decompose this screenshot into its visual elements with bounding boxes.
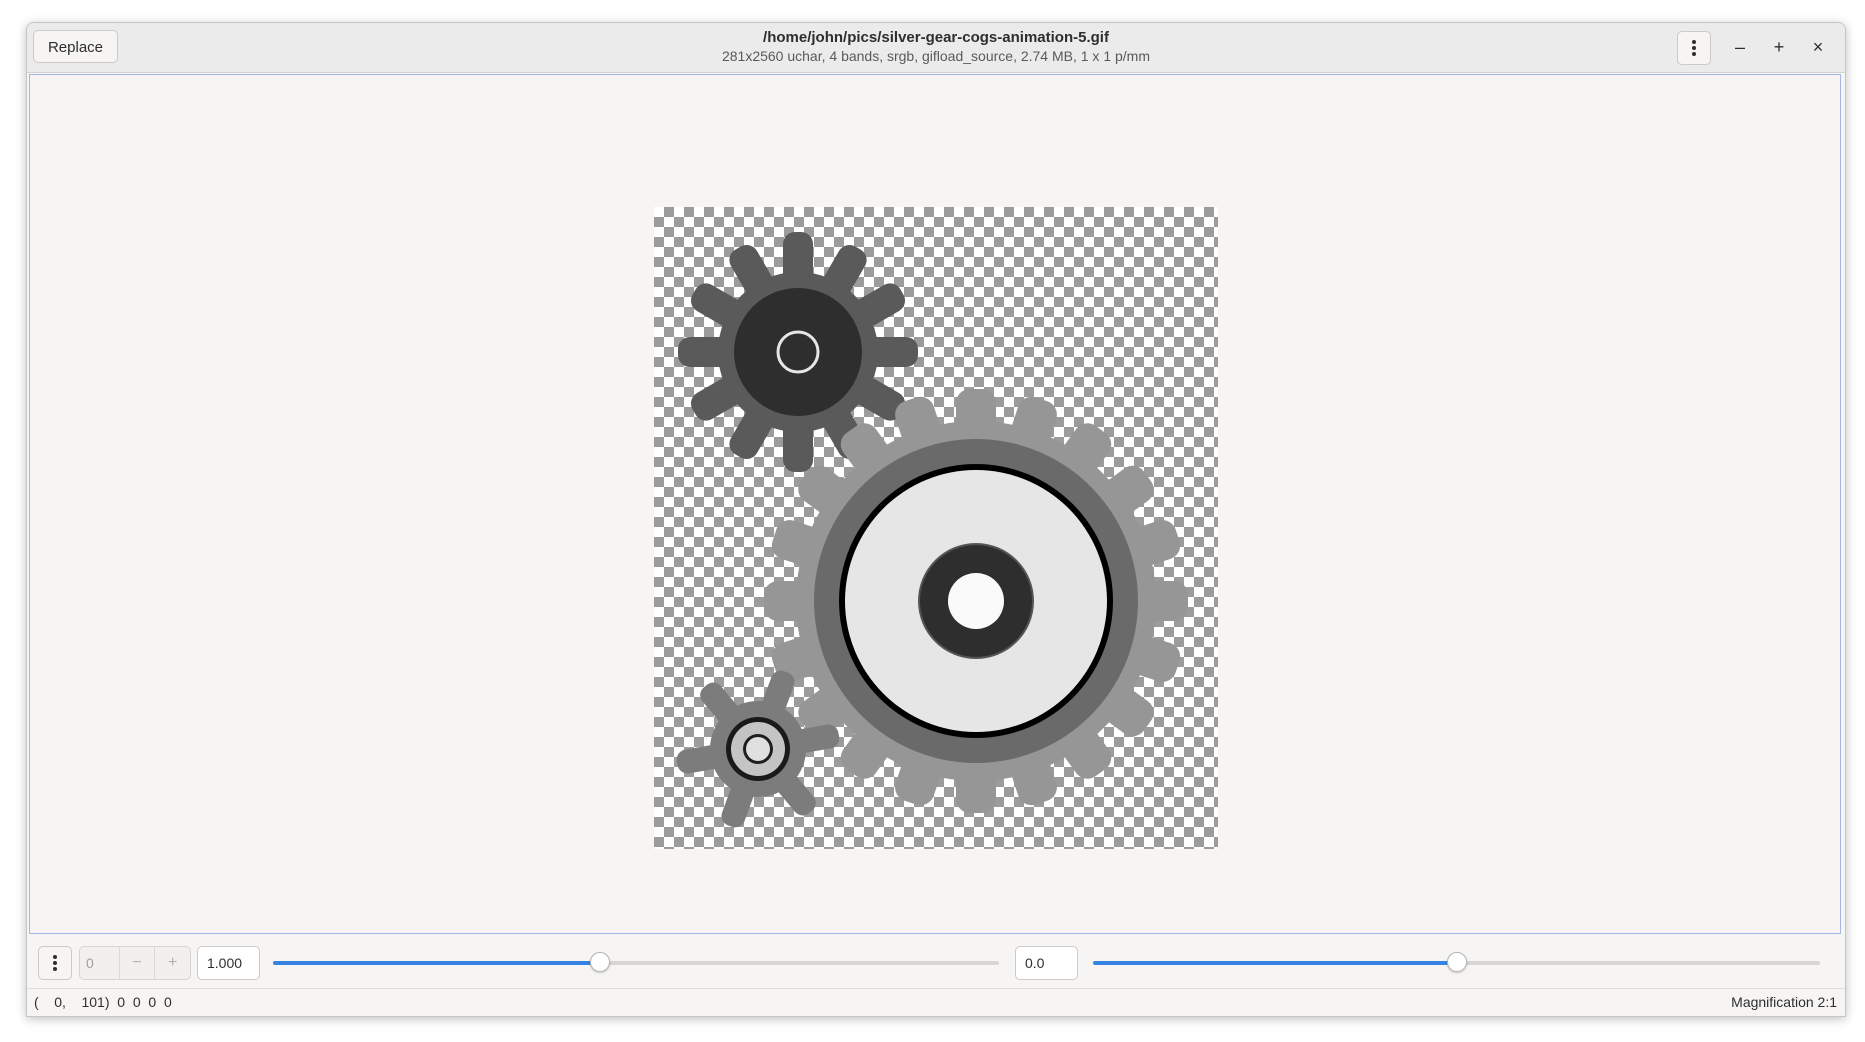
scale-slider-fill [273, 961, 600, 965]
status-bar: ( 0, 101) 0 0 0 0 Magnification 2:1 [27, 988, 1845, 1016]
page-value[interactable]: 0 [80, 947, 119, 979]
scale-field[interactable]: 1.000 [197, 946, 260, 980]
large-gray-gear [764, 389, 1188, 813]
close-button[interactable]: × [1804, 33, 1832, 61]
maximize-button[interactable]: + [1765, 33, 1793, 61]
offset-field[interactable]: 0.0 [1015, 946, 1078, 980]
controls-menu-button[interactable] [38, 946, 72, 980]
vertical-dots-icon [1692, 40, 1696, 56]
pixel-readout: ( 0, 101) 0 0 0 0 [34, 994, 172, 1010]
magnification-label: Magnification 2:1 [1731, 994, 1837, 1010]
page-increment-button[interactable]: + [154, 947, 190, 979]
image-viewport[interactable] [29, 74, 1841, 934]
scale-slider-knob[interactable] [589, 952, 610, 972]
small-dark-gear [678, 232, 918, 472]
vertical-dots-icon [53, 955, 57, 971]
minimize-button[interactable]: – [1726, 33, 1754, 61]
app-window: Replace /home/john/pics/silver-gear-cogs… [26, 22, 1846, 1017]
title-block: /home/john/pics/silver-gear-cogs-animati… [27, 28, 1845, 65]
window-title: /home/john/pics/silver-gear-cogs-animati… [763, 29, 1109, 46]
image-canvas[interactable] [654, 207, 1218, 849]
offset-slider-knob[interactable] [1446, 952, 1467, 972]
header-bar: Replace /home/john/pics/silver-gear-cogs… [27, 23, 1845, 73]
offset-slider-fill [1093, 961, 1457, 965]
gear-cogs-image [676, 232, 1188, 828]
offset-slider[interactable] [1093, 952, 1820, 972]
page-decrement-button[interactable]: − [118, 947, 155, 979]
main-menu-button[interactable] [1677, 31, 1711, 65]
tiny-gear [676, 670, 840, 828]
scale-slider[interactable] [273, 952, 999, 972]
page-spinner[interactable]: 0 − + [79, 946, 191, 980]
window-subtitle: 281x2560 uchar, 4 bands, srgb, gifload_s… [721, 48, 1151, 64]
display-controls: 0 − + 1.000 0.0 [27, 936, 1845, 986]
